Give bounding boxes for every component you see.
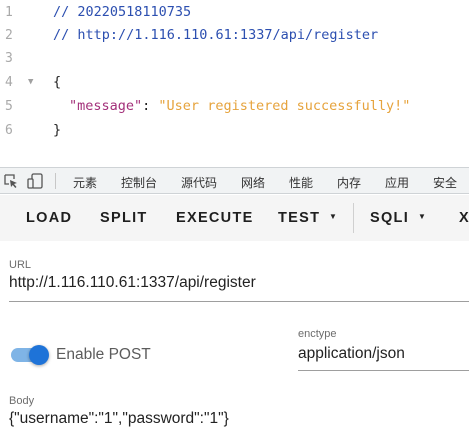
test-dropdown-button[interactable]: TEST [278,210,320,226]
chevron-down-icon: ▼ [329,212,337,221]
tab-security[interactable]: 安全 [433,174,457,191]
code-comment: // 20220518110735 [53,4,192,20]
url-input[interactable]: http://1.116.110.61:1337/api/register [9,274,256,292]
body-input[interactable]: {"username":"1","password":"1"} [9,410,229,428]
line-number: 5 [5,98,13,114]
enctype-input[interactable]: application/json [298,345,405,363]
line-number: 6 [5,122,13,138]
json-key: "message" [69,98,143,114]
line-number: 4 [5,74,13,90]
line-number: 3 [5,50,13,66]
line-number: 1 [5,4,13,20]
code-line: 6 } [0,118,469,142]
json-colon: : [142,98,159,114]
hackbar-toolbar: LOAD SPLIT EXECUTE TEST ▼ SQLI ▼ X [0,195,469,241]
url-underline [9,301,469,302]
devtools-tab-strip: 元素 控制台 源代码 网络 性能 内存 应用 安全 [0,167,469,194]
code-line: 2 // http://1.116.110.61:1337/api/regist… [0,23,469,47]
enctype-underline [298,370,469,371]
chevron-down-icon: ▼ [418,212,426,221]
open-brace: { [53,74,62,90]
tab-sources[interactable]: 源代码 [181,174,217,191]
load-button[interactable]: LOAD [26,210,72,226]
tab-network[interactable]: 网络 [241,174,265,191]
toolbar-divider [55,173,56,189]
code-line: 3 [0,46,469,70]
code-line: 5 "message": "User registered successful… [0,94,469,118]
inspect-element-icon[interactable] [3,173,19,194]
split-button[interactable]: SPLIT [100,210,148,226]
fold-toggle-icon[interactable]: ▼ [28,77,33,87]
sqli-dropdown-button[interactable]: SQLI [370,210,409,226]
url-label: URL [9,259,32,271]
enctype-label: enctype [298,328,337,340]
device-toggle-icon[interactable] [27,173,45,195]
xss-dropdown-button[interactable]: X [459,210,469,226]
body-label: Body [9,395,35,407]
execute-button[interactable]: EXECUTE [176,210,254,226]
code-comment: // http://1.116.110.61:1337/api/register [53,27,379,43]
code-line: 1 // 20220518110735 [0,0,469,24]
json-response-viewer: 1 // 20220518110735 2 // http://1.116.11… [0,0,469,150]
code-line: 4 ▼ { [0,70,469,94]
tab-elements[interactable]: 元素 [73,174,97,191]
tab-performance[interactable]: 性能 [289,174,313,191]
json-property: "message": "User registered successfully… [69,98,410,114]
line-number: 2 [5,27,13,43]
enable-post-label[interactable]: Enable POST [56,346,151,364]
tab-console[interactable]: 控制台 [121,174,157,191]
json-string-value: "User registered successfully!" [158,98,411,114]
close-brace: } [53,122,62,138]
toolbar-divider [353,203,354,233]
tab-application[interactable]: 应用 [385,174,409,191]
enable-post-toggle[interactable] [29,345,49,365]
tab-memory[interactable]: 内存 [337,174,361,191]
